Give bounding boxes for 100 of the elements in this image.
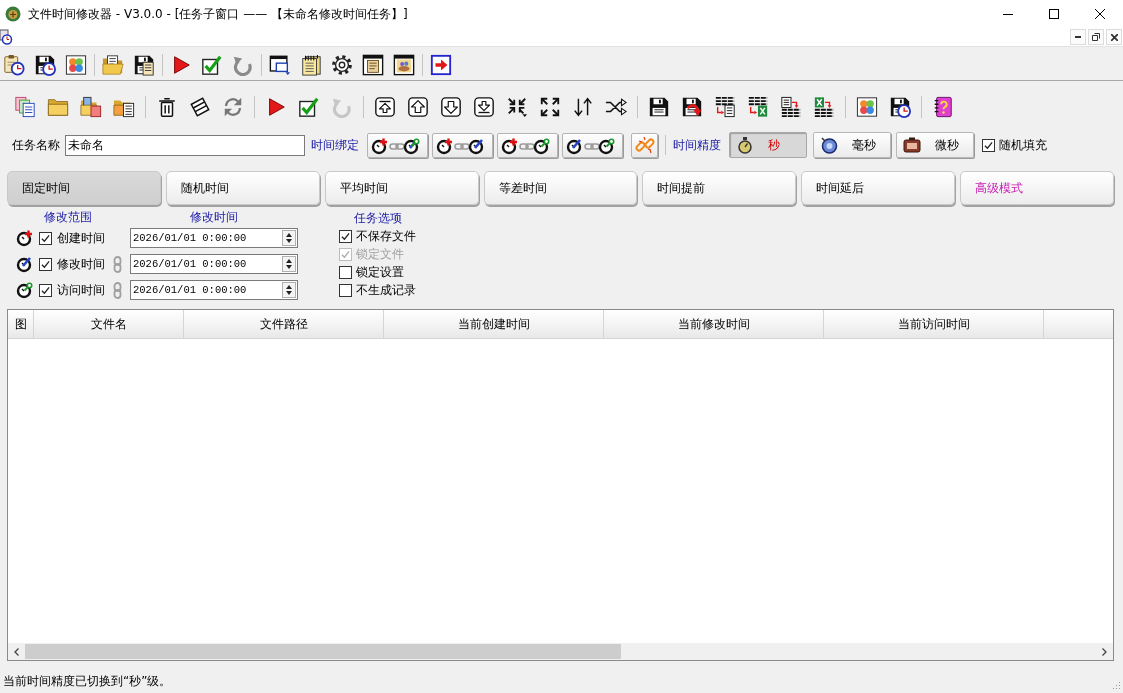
checkbox-label: 不生成记录 [356, 281, 416, 299]
restore-button[interactable] [1088, 29, 1104, 45]
documents-icon [14, 96, 36, 118]
trash-icon [156, 96, 178, 118]
clover-icon [856, 96, 878, 118]
spreadsheet-to-table-icon [813, 96, 835, 118]
window-arrow-icon [269, 53, 291, 76]
exit-icon [430, 53, 452, 76]
broken-link-icon [634, 135, 655, 155]
tick-icon [41, 285, 50, 295]
minimize-icon [1075, 36, 1081, 38]
mode-tab[interactable]: 随机时间 [165, 171, 320, 205]
move-bottom-icon [473, 96, 495, 118]
tick-icon [984, 140, 993, 150]
clipboard-clock-icon [3, 53, 25, 76]
restore-icon [1092, 33, 1100, 41]
checkbox[interactable] [39, 283, 52, 297]
tick-icon [41, 233, 50, 243]
checkbox[interactable] [39, 257, 52, 271]
minimize-button[interactable] [1070, 29, 1086, 45]
status-text: 当前时间精度已切换到“秒”级。 [3, 673, 172, 690]
shuffle-icon [605, 96, 627, 118]
help-book-icon [932, 96, 954, 118]
mode-tab[interactable]: 平均时间 [324, 171, 479, 205]
curved-arrow-icon [331, 96, 353, 118]
maximize-icon [1049, 9, 1059, 19]
refresh-icon [222, 96, 244, 118]
arrows-expand-icon [539, 96, 561, 118]
mode-tab[interactable]: 时间延后 [801, 171, 956, 205]
move-top-icon [374, 96, 396, 118]
horizontal-scrollbar[interactable] [8, 643, 1113, 660]
checkbox[interactable] [39, 231, 52, 245]
up-down-arrows-icon [286, 259, 292, 269]
checkbox-label: 创建时间 [57, 229, 105, 247]
checkbox-label: 锁定设置 [356, 263, 404, 281]
precision-button[interactable]: 微秒 [896, 132, 974, 158]
close-button[interactable] [1106, 29, 1122, 45]
floppy-icon [648, 96, 670, 118]
table-to-spreadsheet-icon [747, 96, 769, 118]
timer-icon [903, 136, 921, 154]
checkbox[interactable] [339, 283, 352, 297]
floppy-clock-icon [889, 96, 911, 118]
column-header[interactable]: 当前修改时间 [604, 310, 824, 338]
arrow-down-icon [440, 96, 462, 118]
close-icon [1110, 33, 1118, 41]
precision-button[interactable]: 毫秒 [813, 132, 891, 158]
spin-button[interactable] [282, 230, 296, 246]
checkbox-label: 随机填充 [999, 136, 1047, 154]
scroll-window-icon [362, 53, 384, 76]
window-title: 文件时间修改器 - V3.0.0 - [任务子窗口 —— 【未命名修改时间任务】] [28, 5, 409, 23]
arrow-up-icon [407, 96, 429, 118]
clock-icon [16, 281, 34, 299]
floppy-clock-icon [34, 53, 56, 76]
scrollbar-thumb[interactable] [25, 644, 621, 659]
sort-arrows-icon [572, 96, 594, 118]
checkbox-tick-icon [298, 96, 320, 118]
checkbox[interactable] [339, 265, 352, 279]
spin-button[interactable] [282, 256, 296, 272]
checkbox[interactable] [982, 138, 995, 152]
date-time-field[interactable]: 2026/01/01 0:00:00 [130, 228, 298, 248]
arrows-collapse-icon [506, 96, 528, 118]
column-header[interactable]: 图 [8, 310, 34, 338]
checkbox[interactable] [339, 229, 352, 243]
bind-button[interactable] [562, 132, 623, 158]
precision-button[interactable]: 秒 [729, 132, 807, 158]
floppy-document-icon [133, 53, 155, 76]
up-down-arrows-icon [286, 285, 292, 295]
mode-tab[interactable]: 等差时间 [483, 171, 638, 205]
checkbox-label: 锁定文件 [356, 245, 404, 263]
task-name-label: 任务名称 [12, 136, 60, 154]
tick-icon [41, 259, 50, 269]
folders-icon [80, 96, 102, 118]
open-folder-icon [102, 53, 124, 76]
up-down-arrows-icon [286, 233, 292, 243]
checkbox-label: 访问时间 [57, 281, 105, 299]
bind-button[interactable] [497, 132, 558, 158]
column-header[interactable]: 文件路径 [184, 310, 384, 338]
task-name-field[interactable]: 未命名 [65, 134, 305, 156]
bind-button[interactable] [432, 132, 493, 158]
date-time-field[interactable]: 2026/01/01 0:00:00 [130, 280, 298, 300]
clover-icon [65, 53, 87, 76]
spin-button[interactable] [282, 282, 296, 298]
mode-tab[interactable]: 高级模式 [960, 171, 1114, 205]
clock-icon [16, 255, 34, 273]
unbind-button[interactable] [631, 132, 658, 158]
clock-icon [16, 229, 34, 247]
mode-tab[interactable]: 固定时间 [7, 171, 161, 205]
checkbox-label: 不保存文件 [356, 227, 416, 245]
time-binding-label: 时间绑定 [311, 136, 359, 154]
chevron-left-icon [14, 647, 19, 656]
mode-tab[interactable]: 时间提前 [642, 171, 797, 205]
date-time-field[interactable]: 2026/01/01 0:00:00 [130, 254, 298, 274]
checkbox-tick-icon [201, 53, 223, 76]
section-heading: 任务选项 [353, 210, 403, 227]
bind-button[interactable] [367, 132, 428, 158]
document-to-table-icon [780, 96, 802, 118]
column-header[interactable]: 当前创建时间 [384, 310, 604, 338]
tick-icon [341, 249, 350, 259]
column-header[interactable]: 文件名 [34, 310, 184, 338]
column-header[interactable]: 当前访问时间 [824, 310, 1044, 338]
